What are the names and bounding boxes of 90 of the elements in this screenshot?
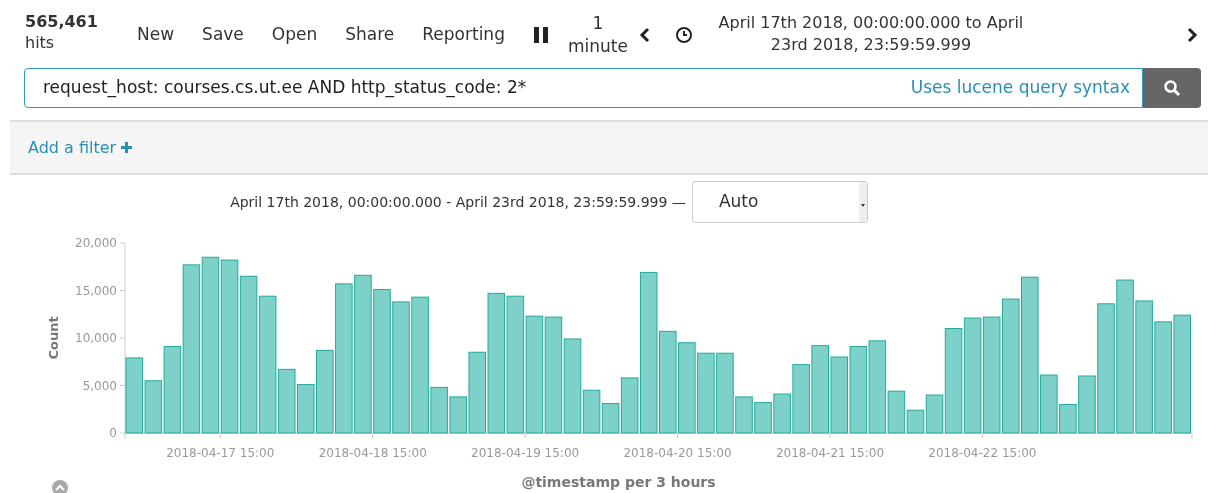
bar[interactable] [582, 389, 601, 434]
bar[interactable] [411, 296, 429, 434]
bar[interactable] [468, 351, 486, 434]
bar[interactable] [906, 409, 925, 434]
bar[interactable] [982, 316, 1001, 434]
x-axis-title: @timestamp per 3 hours [521, 474, 716, 490]
x-tick-label: 2018-04-22 15:00 [928, 446, 1037, 460]
bar[interactable] [316, 349, 334, 434]
hits-count: 565,461 [25, 12, 99, 33]
bar[interactable] [1021, 276, 1039, 434]
bar[interactable] [868, 340, 887, 434]
menu-link[interactable]: New [137, 22, 175, 48]
y-tick-label: 20,000 [75, 236, 117, 250]
bar[interactable] [544, 316, 563, 434]
bar[interactable] [354, 274, 372, 434]
menu-link[interactable]: Save [202, 22, 244, 48]
bar[interactable] [678, 342, 696, 434]
bar[interactable] [620, 377, 639, 434]
bar[interactable] [449, 396, 467, 434]
clock-icon[interactable] [674, 26, 693, 44]
bar[interactable] [773, 393, 791, 434]
query-syntax-link[interactable]: Uses lucene query syntax [910, 75, 1130, 101]
query-field[interactable]: request_host: courses.cs.ut.ee AND http_status_code: 2* Uses lucene query syntax [24, 68, 1143, 108]
pause-icon[interactable] [532, 26, 549, 44]
bar[interactable] [811, 345, 829, 434]
bar[interactable] [392, 301, 410, 434]
bar[interactable] [925, 394, 944, 434]
x-tick-label: 2018-04-21 15:00 [775, 446, 885, 460]
y-tick-label: 0 [109, 426, 117, 440]
bar[interactable] [430, 386, 448, 434]
bar[interactable] [163, 346, 182, 434]
x-tick-label: 2018-04-17 15:00 [166, 446, 275, 460]
search-icon [1163, 79, 1181, 97]
bar[interactable] [1116, 279, 1134, 434]
bar[interactable] [792, 364, 810, 434]
bar[interactable] [716, 352, 734, 434]
bar[interactable] [1001, 298, 1020, 434]
bar[interactable] [182, 264, 201, 434]
interval-select[interactable]: Auto [691, 181, 868, 223]
bar[interactable] [963, 317, 982, 434]
bar[interactable] [1154, 321, 1172, 434]
bar[interactable] [944, 328, 963, 434]
bar[interactable] [697, 352, 715, 434]
bar[interactable] [258, 295, 277, 434]
x-tick-label: 2018-04-19 15:00 [471, 446, 580, 460]
bar[interactable] [506, 295, 525, 434]
bar[interactable] [487, 292, 506, 434]
plus-icon [120, 141, 134, 154]
bar[interactable] [1059, 404, 1077, 434]
bar[interactable] [849, 346, 868, 434]
range-label: April 17th 2018, 00:00:00.000 - April 23rd 2018, 23:59:59.999 — [230, 192, 686, 212]
bar[interactable] [373, 289, 391, 434]
y-tick-label: 5,000 [82, 378, 117, 393]
menu-link[interactable]: Reporting [422, 22, 505, 48]
bar[interactable] [297, 384, 315, 434]
bar[interactable] [639, 271, 658, 434]
bar[interactable] [659, 330, 677, 434]
y-tick-label: 10,000 [75, 331, 117, 345]
bar[interactable] [1040, 374, 1058, 434]
bar[interactable] [1078, 375, 1096, 434]
bar[interactable] [830, 356, 849, 434]
bar[interactable] [754, 402, 772, 434]
next-icon[interactable] [1186, 27, 1198, 43]
bar[interactable] [601, 403, 620, 434]
previous-icon[interactable] [638, 27, 651, 43]
bar[interactable] [125, 357, 144, 434]
bar[interactable] [201, 256, 220, 434]
menu-link[interactable]: Share [345, 22, 395, 48]
bar[interactable] [1135, 300, 1153, 434]
collapse-icon[interactable] [52, 480, 68, 493]
bar[interactable] [887, 390, 906, 434]
y-tick-label: 15,000 [75, 283, 117, 298]
y-axis-title: Count [46, 316, 61, 360]
bar[interactable] [735, 396, 753, 434]
bar[interactable] [239, 275, 258, 434]
time-range[interactable]: April 17th 2018, 00:00:00.000 to April 23rd 2018, 23:59:59.999 [700, 12, 1041, 56]
bar[interactable] [1173, 314, 1191, 434]
bar[interactable] [525, 315, 544, 434]
bar[interactable] [335, 283, 353, 434]
bar[interactable] [563, 338, 582, 434]
bar[interactable] [1097, 303, 1115, 434]
bar[interactable] [277, 368, 296, 434]
x-tick-label: 2018-04-18 15:00 [318, 446, 427, 460]
refresh-interval[interactable]: 1 minute [564, 12, 631, 58]
x-tick-label: 2018-04-20 15:00 [623, 446, 732, 460]
bar[interactable] [220, 259, 239, 434]
bar[interactable] [144, 380, 163, 434]
search-button[interactable] [1143, 68, 1201, 108]
hits-label: hits [25, 32, 56, 54]
menu-link[interactable]: Open [271, 22, 318, 48]
